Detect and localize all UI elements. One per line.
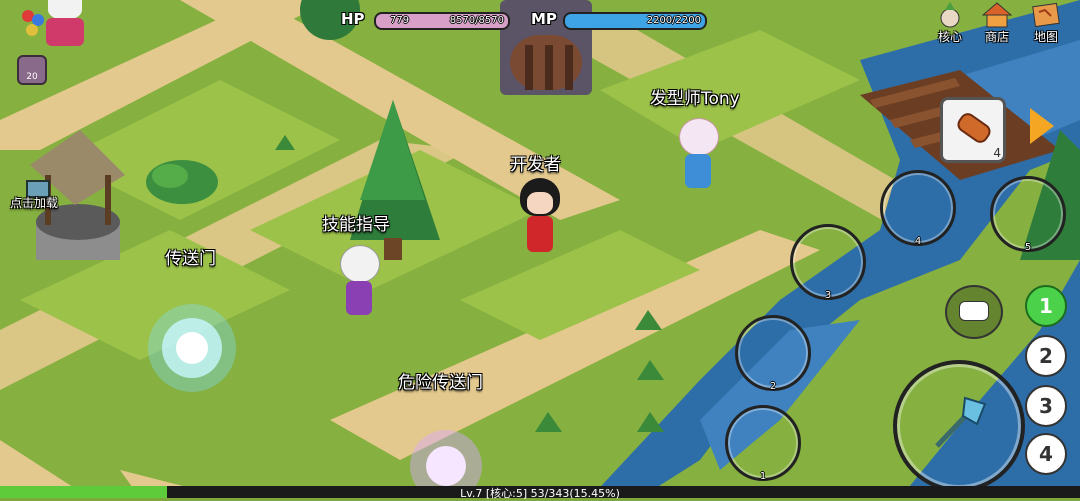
danger-teleport-label: 危险传送门 (398, 373, 483, 393)
stylist-label: 发型师Tony (650, 89, 740, 109)
shop-button[interactable]: 商店 (977, 2, 1017, 54)
skill-ring-1[interactable]: 1 (725, 405, 801, 482)
skill-number: 4 (914, 236, 922, 247)
item-slot[interactable]: 4 (940, 97, 1006, 163)
quick-slot-3[interactable]: 3 (1025, 385, 1067, 427)
skill-ring-4[interactable]: 4 (880, 170, 956, 247)
gems-icon[interactable] (22, 10, 46, 40)
load-label: 点击加载 (10, 196, 59, 210)
turnip-icon (935, 2, 965, 28)
chat-bubble-icon (959, 301, 989, 321)
skill-number: 2 (769, 381, 777, 392)
hp-bar: 779 8570/8570 (374, 12, 510, 30)
quick-slot-4[interactable]: 4 (1025, 433, 1067, 475)
attack-button[interactable] (893, 360, 1025, 492)
skill-number: 5 (1024, 242, 1032, 253)
map-button[interactable]: 地图 (1026, 2, 1066, 54)
core-label: 核心 (937, 30, 962, 44)
developer-label: 开发者 (510, 155, 561, 175)
player-character[interactable] (515, 178, 565, 258)
item-count: 4 (993, 146, 1001, 160)
skill-number: 1 (759, 471, 767, 482)
mp-bar: 2200/2200 (563, 12, 707, 30)
skill-number: 3 (824, 290, 832, 301)
npc-stylist-tony[interactable] (675, 118, 721, 190)
npc-top-left[interactable] (40, 0, 90, 48)
npc-skill-guide[interactable] (336, 245, 382, 317)
skill-ring-3[interactable]: 3 (790, 224, 866, 301)
mp-label: MP (531, 10, 557, 28)
mp-text: 2200/2200 (646, 15, 701, 26)
load-button[interactable]: 点击加载 (10, 180, 70, 212)
house-icon (981, 2, 1013, 28)
scroll-icon (954, 110, 994, 146)
arrow-right-icon[interactable] (1030, 108, 1054, 144)
skill-ring-5[interactable]: 5 (990, 176, 1066, 253)
xp-bar: Lv.7 [核心:5] 53/343(15.45%) (0, 486, 1080, 500)
hp-text: 8570/8570 (449, 15, 504, 26)
core-button[interactable]: 核心 (930, 2, 970, 54)
map-icon (1031, 2, 1061, 28)
quick-slot-2[interactable]: 2 (1025, 335, 1067, 377)
skill-guide-label: 技能指导 (322, 215, 390, 235)
teleport-label: 传送门 (165, 249, 216, 269)
backpack-badge: 20 (26, 72, 38, 82)
hp-label: HP (341, 10, 365, 28)
map-label: 地图 (1033, 30, 1058, 44)
axe-icon (927, 394, 987, 454)
xp-text: Lv.7 [核心:5] 53/343(15.45%) (460, 487, 620, 500)
chat-button[interactable] (945, 285, 1003, 339)
hp-value: 779 (390, 15, 410, 26)
quick-slot-1[interactable]: 1 (1025, 285, 1067, 327)
shop-label: 商店 (984, 30, 1009, 44)
backpack-button[interactable]: 20 (17, 55, 47, 85)
skill-ring-2[interactable]: 2 (735, 315, 811, 392)
